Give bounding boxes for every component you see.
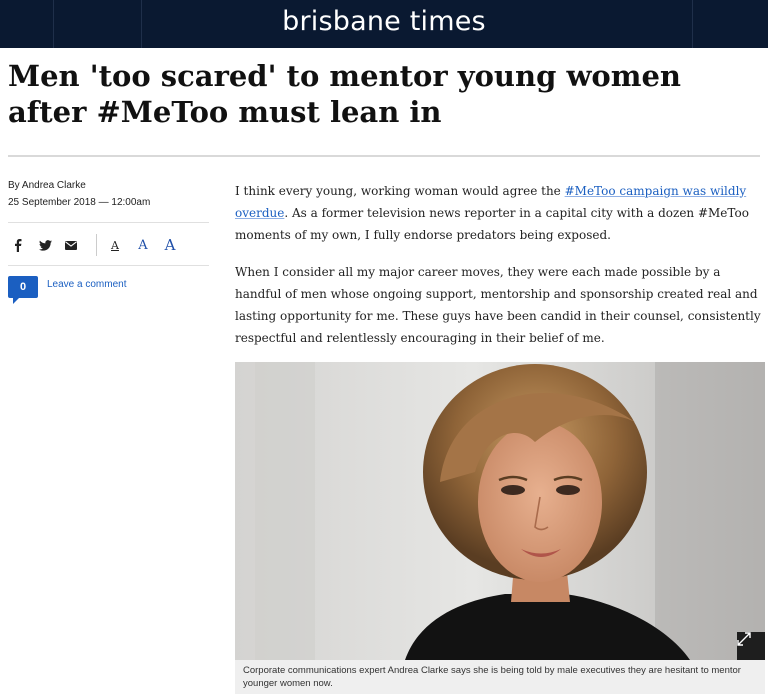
article-paragraph: When I consider all my major career move…: [235, 265, 761, 345]
twitter-icon[interactable]: [38, 236, 52, 254]
email-icon[interactable]: [64, 236, 78, 254]
expand-icon: [737, 632, 751, 646]
font-size-medium-button[interactable]: A: [135, 236, 151, 254]
share-toolbar: A A A: [8, 232, 209, 258]
expand-image-button[interactable]: [737, 632, 765, 660]
sidebar-divider: [8, 222, 209, 223]
facebook-icon[interactable]: [12, 236, 24, 254]
font-size-large-button[interactable]: A: [161, 236, 179, 254]
headline-divider: [8, 155, 760, 157]
comment-count-badge[interactable]: 0: [8, 276, 38, 304]
site-header: brisbane times: [0, 0, 768, 48]
publish-date: 25 September 2018 — 12:00am: [8, 197, 151, 208]
article-paragraph: I think every young, working woman would…: [235, 180, 765, 246]
font-size-small-button[interactable]: A: [108, 236, 122, 254]
byline[interactable]: By Andrea Clarke: [8, 180, 86, 191]
paragraph-text: I think every young, working woman would…: [235, 184, 565, 198]
header-account-slot[interactable]: [692, 0, 768, 48]
article-photo[interactable]: [235, 362, 765, 660]
site-logo[interactable]: brisbane times: [0, 6, 768, 37]
leave-comment-link[interactable]: Leave a comment: [47, 279, 127, 290]
image-caption: Corporate communications expert Andrea C…: [235, 660, 765, 694]
toolbar-separator: [96, 234, 97, 256]
sidebar-divider-2: [8, 265, 209, 266]
paragraph-text: . As a former television news reporter i…: [235, 206, 749, 242]
article-headline: Men 'too scared' to mentor young women a…: [8, 59, 681, 129]
